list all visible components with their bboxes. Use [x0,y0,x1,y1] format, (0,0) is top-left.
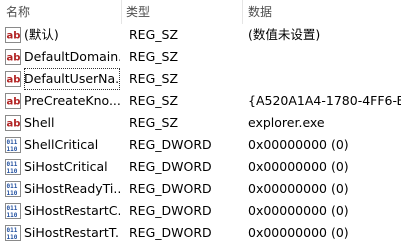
string-value-icon: ab [5,115,21,131]
value-type: REG_SZ [129,49,179,64]
column-divider[interactable] [121,0,122,24]
column-divider[interactable] [242,0,243,24]
svg-text:110: 110 [7,234,18,241]
svg-text:110: 110 [7,168,18,175]
string-value-icon: ab [5,71,21,87]
svg-text:011: 011 [7,227,18,234]
value-list: ab (默认) REG_SZ (数值未设置) ab DefaultDomain.… [0,24,401,244]
svg-text:ab: ab [7,31,21,42]
value-data: (数值未设置) [248,27,321,42]
value-type: REG_DWORD [129,181,212,196]
value-data [248,46,401,68]
value-data: 0x00000000 (0) [248,137,349,152]
string-value-icon: ab [5,93,21,109]
svg-text:011: 011 [7,205,18,212]
binary-value-icon: 011 110 [5,159,21,175]
value-name: SiHostRestartC... [24,203,120,218]
svg-text:110: 110 [7,190,18,197]
value-name: ShellCritical [24,137,99,152]
list-item[interactable]: ab DefaultDomain... REG_SZ [0,46,401,68]
list-item[interactable]: ab Shell REG_SZ explorer.exe [0,112,401,134]
value-type: REG_SZ [129,27,179,42]
value-data: 0x00000000 (0) [248,203,349,218]
column-header: 名称 类型 数据 [0,0,401,24]
value-type: REG_DWORD [129,203,212,218]
value-type: REG_DWORD [129,137,212,152]
svg-text:011: 011 [7,183,18,190]
value-type: REG_SZ [129,115,179,130]
value-type: REG_SZ [129,93,179,108]
registry-values-pane: 名称 类型 数据 ab (默认) REG_SZ (数值未设置) ab Defau… [0,0,401,247]
value-type: REG_DWORD [129,225,212,240]
list-item[interactable]: 011 110 SiHostReadyTi... REG_DWORD 0x0000… [0,178,401,200]
svg-text:ab: ab [7,97,21,108]
value-data [248,68,401,90]
svg-text:011: 011 [7,139,18,146]
value-data: explorer.exe [248,115,325,130]
column-header-data[interactable]: 数据 [248,0,398,24]
value-name: DefaultUserNa... [24,68,120,90]
list-item[interactable]: 011 110 SiHostRestartC... REG_DWORD 0x000… [0,200,401,222]
value-data: {A520A1A4-1780-4FF6-BD [248,93,401,108]
value-name: PreCreateKno... [24,93,120,108]
value-name: Shell [24,115,55,130]
value-type: REG_DWORD [129,159,212,174]
list-item[interactable]: ab DefaultUserNa... REG_SZ [0,68,401,90]
value-type: REG_SZ [129,71,179,86]
svg-text:110: 110 [7,212,18,219]
binary-value-icon: 011 110 [5,225,21,241]
string-value-icon: ab [5,49,21,65]
list-item[interactable]: 011 110 ShellCritical REG_DWORD 0x0000000… [0,134,401,156]
svg-text:ab: ab [7,53,21,64]
column-header-type[interactable]: 类型 [126,0,238,24]
svg-text:ab: ab [7,75,21,86]
list-item[interactable]: 011 110 SiHostCritical REG_DWORD 0x000000… [0,156,401,178]
svg-text:ab: ab [7,119,21,130]
binary-value-icon: 011 110 [5,181,21,197]
binary-value-icon: 011 110 [5,203,21,219]
value-data: 0x00000000 (0) [248,159,349,174]
svg-text:011: 011 [7,161,18,168]
binary-value-icon: 011 110 [5,137,21,153]
string-value-icon: ab [5,27,21,43]
value-name: SiHostCritical [24,159,108,174]
list-item[interactable]: ab PreCreateKno... REG_SZ {A520A1A4-1780… [0,90,401,112]
value-data: 0x00000000 (0) [248,181,349,196]
value-name: SiHostReadyTi... [24,181,120,196]
value-name: SiHostRestartT... [24,225,120,240]
list-item[interactable]: ab (默认) REG_SZ (数值未设置) [0,24,401,46]
value-name: (默认) [24,27,59,42]
list-item[interactable]: 011 110 SiHostRestartT... REG_DWORD 0x000… [0,222,401,244]
value-data: 0x00000000 (0) [248,225,349,240]
column-header-name[interactable]: 名称 [6,0,118,24]
value-name: DefaultDomain... [24,49,120,64]
svg-text:110: 110 [7,146,18,153]
